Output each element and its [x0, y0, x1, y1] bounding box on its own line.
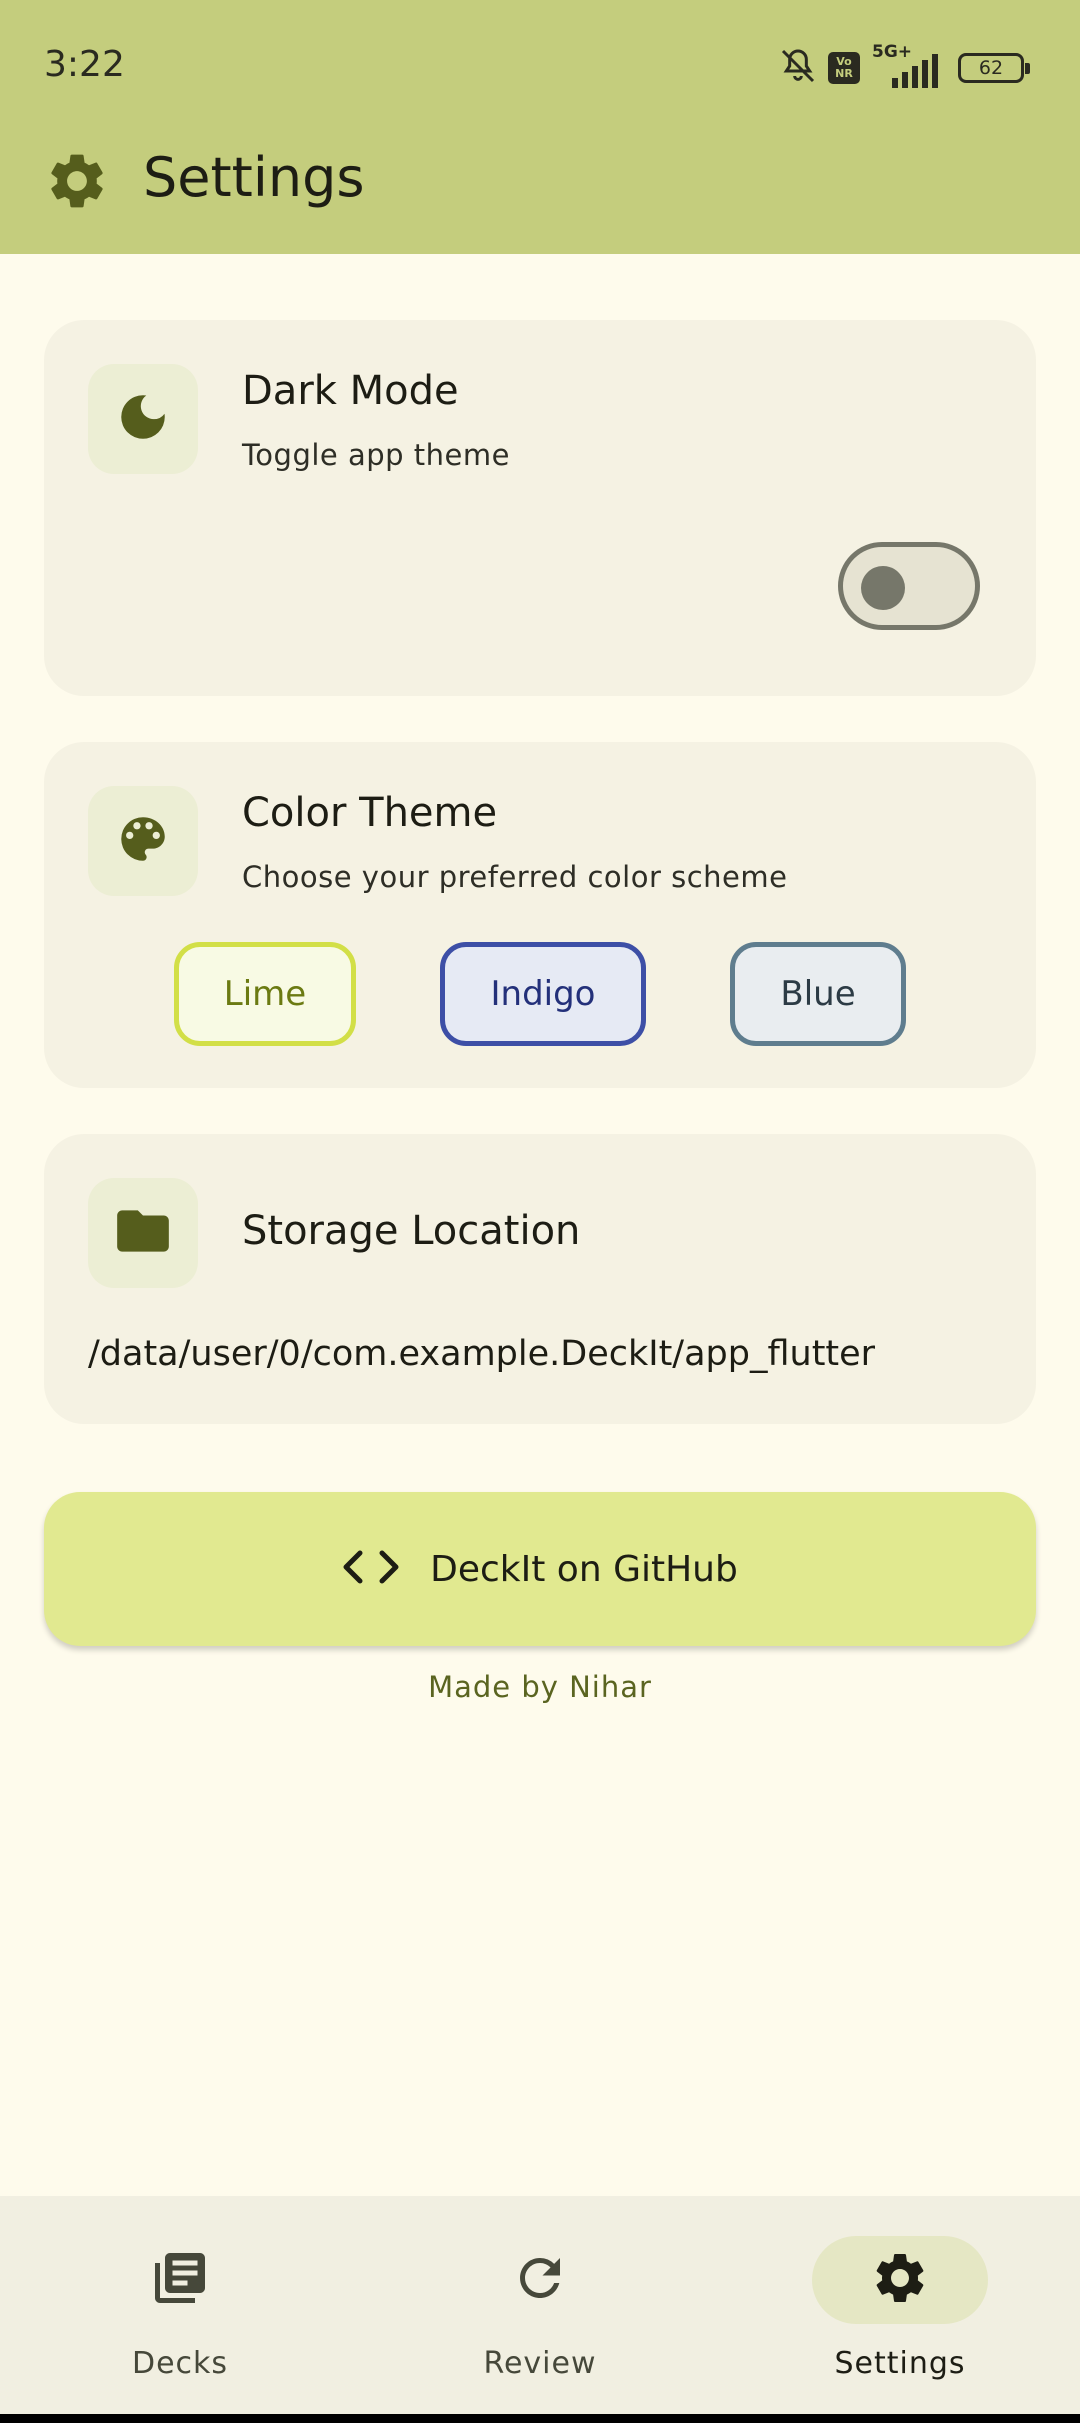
theme-option-blue[interactable]: Blue — [730, 942, 906, 1046]
nav-pill-active — [812, 2236, 988, 2324]
theme-option-lime[interactable]: Lime — [174, 942, 356, 1046]
decks-icon — [150, 2248, 210, 2312]
bottom-nav: Decks Review Settings — [0, 2196, 1080, 2416]
dark-mode-icon-tile — [88, 364, 198, 474]
app-bar: Settings — [0, 134, 1080, 254]
nav-label-review: Review — [483, 2346, 597, 2381]
status-bar: 3:22 Vo NR 5G+ 62 — [0, 0, 1080, 134]
system-gesture-bar — [0, 2414, 1080, 2423]
color-theme-title: Color Theme — [242, 790, 498, 836]
refresh-icon — [510, 2248, 570, 2312]
code-icon — [342, 1547, 400, 1591]
github-button-label: DeckIt on GitHub — [430, 1548, 738, 1590]
gear-icon — [870, 2248, 930, 2312]
dark-mode-subtitle: Toggle app theme — [242, 438, 510, 472]
github-button[interactable]: DeckIt on GitHub — [44, 1492, 1036, 1646]
folder-icon — [112, 1200, 174, 1266]
nav-item-decks[interactable]: Decks — [60, 2236, 300, 2396]
nav-item-review[interactable]: Review — [420, 2236, 660, 2396]
toggle-knob — [861, 566, 905, 610]
theme-option-label: Lime — [223, 974, 307, 1014]
made-by-text: Made by Nihar — [428, 1670, 652, 1704]
theme-option-indigo[interactable]: Indigo — [440, 942, 646, 1046]
volte-icon: Vo NR — [828, 52, 860, 84]
color-theme-subtitle: Choose your preferred color scheme — [242, 860, 788, 894]
nav-label-decks: Decks — [131, 2346, 229, 2381]
nav-pill — [92, 2236, 268, 2324]
status-time: 3:22 — [44, 44, 125, 85]
status-icons: Vo NR 5G+ 62 — [778, 42, 1030, 90]
moon-icon — [114, 388, 172, 450]
dark-mode-card: Dark Mode Toggle app theme — [44, 320, 1036, 696]
page-title: Settings — [143, 146, 365, 209]
color-theme-card: Color Theme Choose your preferred color … — [44, 742, 1036, 1088]
nav-item-settings[interactable]: Settings — [780, 2236, 1020, 2396]
battery-level: 62 — [978, 57, 1004, 79]
signal-icon: 5G+ — [870, 42, 940, 90]
dark-mode-title: Dark Mode — [242, 368, 459, 414]
storage-card: Storage Location /data/user/0/com.exampl… — [44, 1134, 1036, 1424]
palette-icon — [114, 810, 172, 872]
nav-pill — [452, 2236, 628, 2324]
theme-option-label: Indigo — [490, 974, 596, 1014]
volte-bottom: NR — [835, 67, 853, 80]
gear-icon — [44, 148, 110, 214]
theme-option-label: Blue — [780, 974, 856, 1014]
battery-icon: 62 — [958, 53, 1030, 83]
nav-label-settings: Settings — [834, 2346, 966, 2381]
storage-path: /data/user/0/com.example.DeckIt/app_flut… — [88, 1334, 876, 1374]
dark-mode-toggle[interactable] — [838, 542, 980, 630]
storage-title: Storage Location — [242, 1208, 581, 1254]
storage-icon-tile — [88, 1178, 198, 1288]
color-theme-icon-tile — [88, 786, 198, 896]
bell-off-icon — [778, 46, 818, 90]
